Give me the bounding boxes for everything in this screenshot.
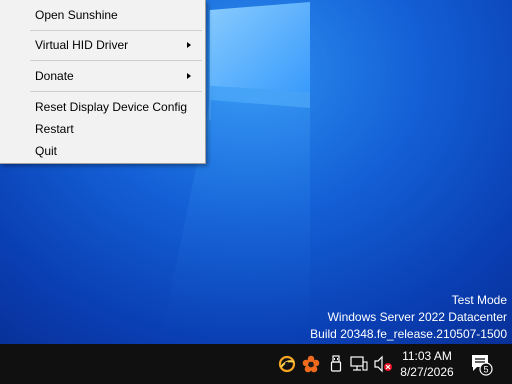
menu-separator	[30, 30, 202, 31]
menu-separator	[30, 60, 202, 61]
menu-item-label: Donate	[35, 69, 74, 83]
menu-item-quit[interactable]: Quit	[0, 140, 205, 162]
menu-item-label: Virtual HID Driver	[35, 38, 129, 52]
menu-item-reset-display-device-config[interactable]: Reset Display Device Config	[0, 96, 205, 118]
menu-item-label: Open Sunshine	[35, 8, 118, 22]
taskbar-clock[interactable]: 11:03 AM 8/27/2026	[396, 344, 458, 384]
watermark-line-build: Build 20348.fe_release.210507-1500	[310, 327, 507, 341]
submenu-arrow-icon	[187, 42, 191, 48]
donate-flower-icon[interactable]	[300, 344, 322, 384]
sunshine-icon[interactable]	[276, 344, 298, 384]
menu-item-open-sunshine[interactable]: Open Sunshine	[0, 4, 205, 26]
usb-icon[interactable]	[326, 344, 346, 384]
menu-separator	[30, 91, 202, 92]
desktop[interactable]: Open Sunshine Virtual HID Driver Donate …	[0, 0, 512, 344]
action-center-icon[interactable]: 5	[466, 344, 496, 384]
watermark-line-edition: Windows Server 2022 Datacenter	[327, 310, 507, 324]
clock-date: 8/27/2026	[400, 365, 454, 379]
clock-time: 11:03 AM	[402, 349, 452, 363]
test-mode-watermark: Test Mode Windows Server 2022 Datacenter…	[310, 292, 507, 343]
network-icon[interactable]	[348, 344, 370, 384]
watermark-line-test-mode: Test Mode	[451, 293, 507, 307]
menu-item-restart[interactable]: Restart	[0, 118, 205, 140]
notification-count: 5	[483, 365, 488, 375]
menu-item-virtual-hid-driver[interactable]: Virtual HID Driver	[0, 34, 205, 56]
submenu-arrow-icon	[187, 73, 191, 79]
menu-item-label: Quit	[35, 144, 58, 158]
sunshine-tray-context-menu: Open Sunshine Virtual HID Driver Donate …	[0, 0, 206, 164]
menu-item-label: Restart	[35, 122, 74, 136]
volume-muted-icon[interactable]	[372, 344, 394, 384]
menu-item-donate[interactable]: Donate	[0, 65, 205, 87]
menu-item-label: Reset Display Device Config	[35, 100, 188, 114]
